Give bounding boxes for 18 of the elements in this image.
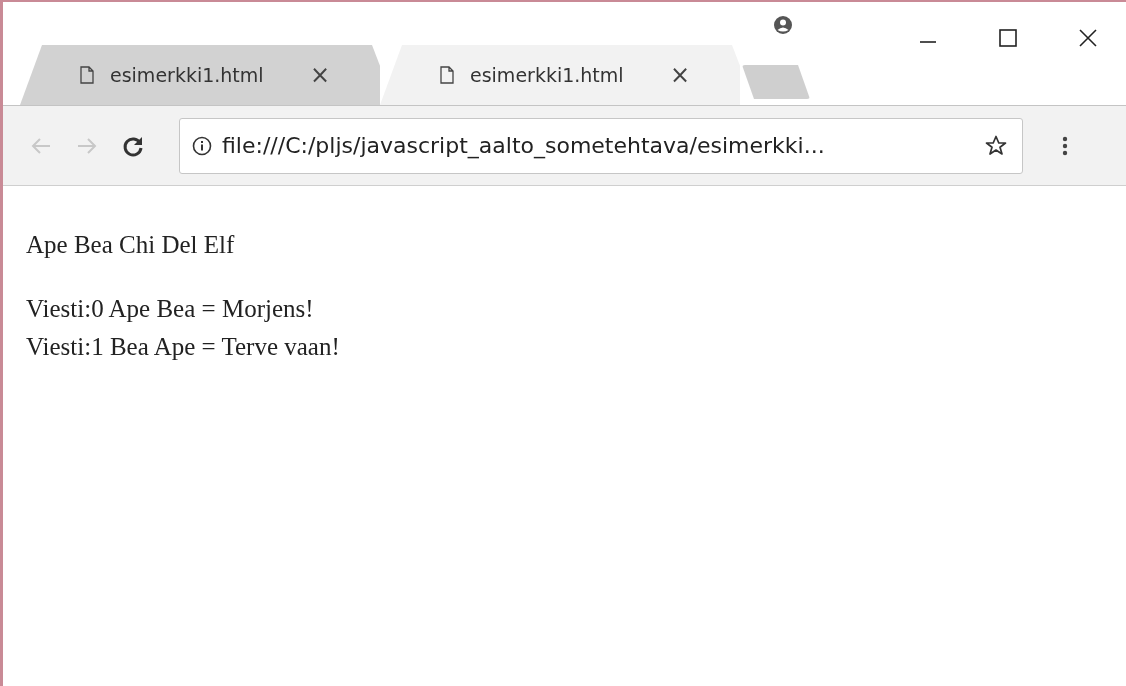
info-icon[interactable] (192, 135, 212, 156)
page-text: Ape Bea Chi Del Elf (26, 230, 236, 260)
browser-tab[interactable]: esimerkki1.html × (380, 45, 740, 105)
tab-title: esimerkki1.html (470, 64, 625, 86)
page-icon (80, 66, 94, 84)
page-text: Viesti:1 Bea Ape = Terve vaan! (26, 332, 341, 362)
page-icon (440, 66, 454, 84)
bookmark-star-icon[interactable] (984, 133, 1008, 158)
close-icon[interactable] (1078, 28, 1098, 48)
page-text: Viesti:0 Ape Bea = Morjens! (26, 294, 315, 324)
tab-title: esimerkki1.html (110, 64, 265, 86)
browser-tab[interactable]: esimerkki1.html × (20, 45, 380, 105)
profile-icon[interactable] (773, 15, 793, 35)
url-text: file:///C:/pljs/javascript_aalto_sometehtava/esimerkki... (222, 133, 826, 158)
address-bar[interactable]: file:///C:/pljs/javascript_aalto_sometehtava/esimerkki... (179, 117, 1023, 174)
tab-close-button[interactable]: × (309, 61, 330, 89)
tab-close-button[interactable]: × (669, 61, 690, 89)
maximize-icon[interactable] (998, 28, 1018, 48)
